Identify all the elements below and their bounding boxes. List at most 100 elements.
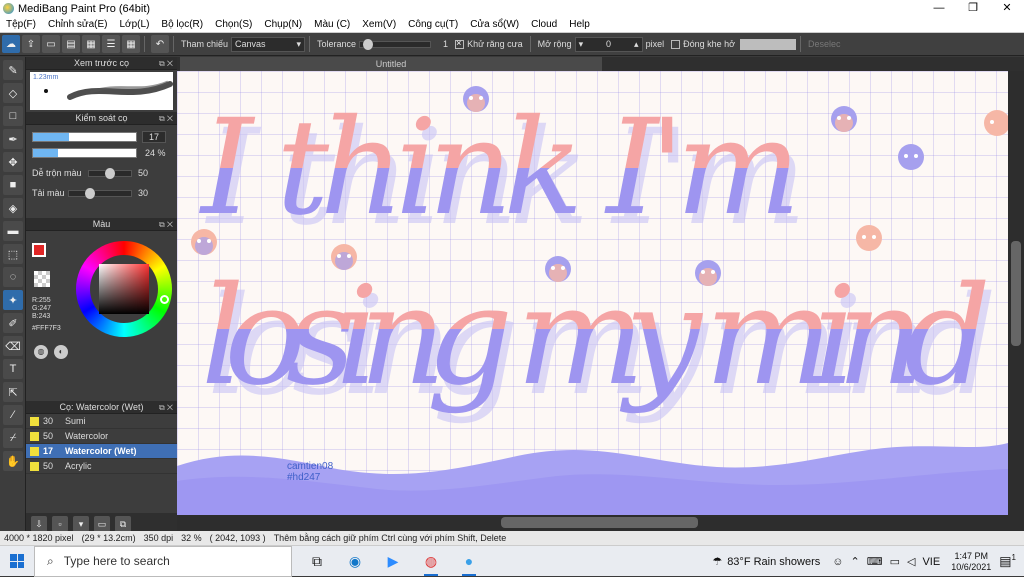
language-indicator[interactable]: VIE — [922, 556, 940, 568]
saturation-value-square[interactable] — [99, 264, 149, 314]
menu-filter[interactable]: Bộ lọc(R) — [155, 19, 209, 30]
menu-edit[interactable]: Chỉnh sửa(E) — [42, 19, 114, 30]
panel-popout-icon[interactable]: ⧉ ✕ — [159, 218, 173, 231]
edge-icon[interactable]: ◉ — [336, 546, 374, 577]
taskbar-search[interactable]: ⌕ Type here to search — [34, 545, 292, 577]
zoom-icon[interactable]: ▶ — [374, 546, 412, 577]
chrome-icon[interactable]: ◍ — [412, 546, 450, 577]
menu-layer[interactable]: Lớp(L) — [114, 19, 156, 30]
stepper-arrows-icon[interactable]: ▴ — [634, 39, 639, 50]
blend-slider[interactable] — [88, 167, 132, 179]
brush-size-value[interactable]: 17 — [142, 131, 166, 143]
menu-cloud[interactable]: Cloud — [525, 19, 563, 30]
lasso-icon[interactable]: ◌ — [3, 267, 23, 287]
canvas[interactable]: I think I'm losing my mind I think I'm l… — [177, 71, 1008, 515]
menu-tools[interactable]: Công cụ(T) — [402, 19, 464, 30]
reload-slider-knob[interactable] — [85, 187, 95, 199]
antialias-checkbox[interactable] — [455, 38, 465, 49]
tolerance-slider[interactable] — [359, 38, 432, 50]
task-view-icon[interactable]: ⧉ — [298, 546, 336, 577]
text-tool-icon[interactable]: T — [3, 359, 23, 379]
tolerance-slider-knob[interactable] — [363, 38, 374, 50]
hue-marker[interactable] — [160, 295, 169, 304]
brush-list-item[interactable]: 50 Acrylic — [26, 459, 177, 474]
panel-popout-icon[interactable]: ⧉ ✕ — [159, 57, 173, 70]
brush-list-item[interactable]: 30 Sumi — [26, 414, 177, 429]
fill-rect-tool-icon[interactable]: ■ — [3, 175, 23, 195]
transparent-color-swatch[interactable] — [34, 271, 50, 287]
menu-help[interactable]: Help — [563, 19, 596, 30]
cloud-icon[interactable]: ☁ — [2, 35, 20, 53]
operation-tool-icon[interactable]: ⇱ — [3, 382, 23, 402]
add-brush-icon[interactable]: ▾ — [73, 516, 89, 532]
minimize-button[interactable]: — — [922, 0, 956, 17]
cloud-download-icon[interactable]: ⇩ — [31, 516, 47, 532]
brush-size-bar[interactable] — [32, 132, 137, 142]
maximize-button[interactable]: ❐ — [956, 0, 990, 17]
new-brush-icon[interactable]: ▫ — [52, 516, 68, 532]
close-button[interactable]: ✕ — [990, 0, 1024, 17]
menu-view[interactable]: Xem(V) — [356, 19, 402, 30]
reference-select[interactable]: Canvas ▾ — [231, 36, 306, 52]
menu-color[interactable]: Màu (C) — [308, 19, 356, 30]
weather-icon[interactable]: ☂ — [712, 555, 722, 568]
menu-snap[interactable]: Chụp(N) — [258, 19, 308, 30]
gradient-tool-icon[interactable]: ▬ — [3, 221, 23, 241]
close-gap-checkbox[interactable] — [671, 39, 681, 49]
blend-slider-knob[interactable] — [105, 167, 115, 179]
start-button[interactable] — [0, 546, 34, 577]
network-icon[interactable]: ▭ — [890, 555, 900, 568]
menu-window[interactable]: Cửa sổ(W) — [464, 19, 525, 30]
clock[interactable]: 1:47 PM 10/6/2021 — [951, 551, 991, 573]
eyedropper-icon[interactable]: ⌿ — [3, 428, 23, 448]
close-gap-slider[interactable] — [740, 38, 797, 50]
magic-wand-icon[interactable]: ✦ — [3, 290, 23, 310]
share-icon[interactable]: ⇪ — [22, 35, 40, 53]
panel-popout-icon[interactable]: ⧉ ✕ — [159, 112, 173, 125]
rectangle-tool-icon[interactable]: □ — [3, 106, 23, 126]
vertical-scroll-thumb[interactable] — [1011, 241, 1021, 346]
reload-slider[interactable] — [68, 187, 132, 199]
move-tool-icon[interactable]: ✥ — [3, 152, 23, 172]
list-icon[interactable]: ☰ — [102, 35, 120, 53]
menu-select[interactable]: Chọn(S) — [209, 19, 258, 30]
palette-add-icon[interactable]: ◐ — [54, 345, 68, 359]
horizontal-scroll-thumb[interactable] — [501, 517, 698, 528]
tab-untitled[interactable]: Untitled — [180, 57, 602, 71]
undo-icon[interactable]: ↶ — [151, 35, 169, 53]
brush-list-item[interactable]: 50 Watercolor — [26, 429, 177, 444]
hand-tool-icon[interactable]: ✋ — [3, 451, 23, 471]
bucket-tool-icon[interactable]: ◈ — [3, 198, 23, 218]
people-icon[interactable]: ☺ — [832, 556, 843, 568]
pen-tool-icon[interactable]: ✒ — [3, 129, 23, 149]
brush-tool-icon[interactable]: ✎ — [3, 60, 23, 80]
menu-file[interactable]: Tệp(F) — [0, 19, 42, 30]
horizontal-scrollbar[interactable] — [177, 515, 1024, 531]
select-rect-icon[interactable]: ⬚ — [3, 244, 23, 264]
color-wheel[interactable] — [76, 241, 172, 337]
comment-icon[interactable]: ▭ — [42, 35, 60, 53]
panel-popout-icon[interactable]: ⧉ ✕ — [159, 401, 173, 414]
message-icon[interactable]: ▤ — [62, 35, 80, 53]
select-pen-icon[interactable]: ✐ — [3, 313, 23, 333]
notification-icon[interactable]: ▤1 — [999, 553, 1016, 569]
document-icon[interactable]: ▦ — [82, 35, 100, 53]
folder-icon[interactable]: ▭ — [94, 516, 110, 532]
select-eraser-icon[interactable]: ⌫ — [3, 336, 23, 356]
brush-list-item[interactable]: 17 Watercolor (Wet) — [26, 444, 177, 459]
weather-text[interactable]: 83°F Rain showers — [727, 556, 820, 568]
chevron-up-icon[interactable]: ⌃ — [850, 555, 859, 568]
chevron-down-icon[interactable]: ▾ — [579, 39, 584, 50]
keyboard-icon[interactable]: ⌨ — [867, 555, 883, 568]
palette-icon[interactable]: ◍ — [34, 345, 48, 359]
expand-stepper[interactable]: ▾ 0 ▴ — [574, 36, 643, 52]
grid-icon[interactable]: ▦ — [122, 35, 140, 53]
divide-tool-icon[interactable]: ⁄ — [3, 405, 23, 425]
medibang-icon[interactable]: ● — [450, 546, 488, 577]
eraser-tool-icon[interactable]: ◇ — [3, 83, 23, 103]
brush-opacity-bar[interactable] — [32, 148, 137, 158]
volume-icon[interactable]: ◁ — [907, 555, 915, 568]
deselect-button[interactable]: Deselec — [808, 39, 841, 49]
vertical-scrollbar[interactable] — [1008, 71, 1024, 515]
duplicate-icon[interactable]: ⧉ — [115, 516, 131, 532]
